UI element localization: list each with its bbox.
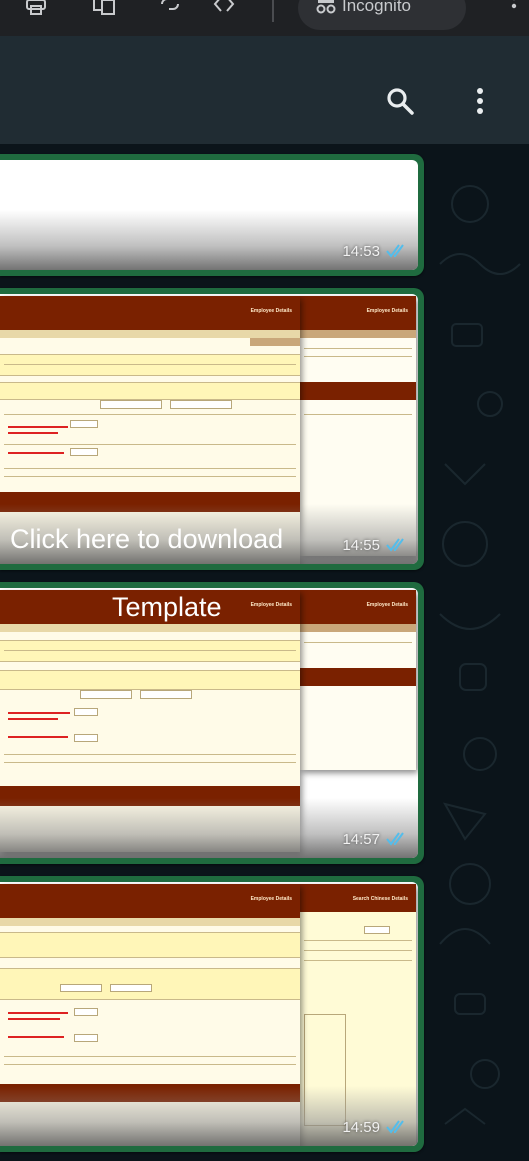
preview-shade <box>0 210 418 270</box>
image-preview: Employee Details Employee Details <box>0 588 418 858</box>
document-title: Employee Details <box>250 896 292 902</box>
chat-area: 14:53 Employee Details Employee Details <box>0 144 529 1161</box>
document-screenshot: Employee Details <box>300 590 416 770</box>
screen-translate-icon[interactable] <box>92 0 116 16</box>
download-link[interactable]: Click here to download <box>10 524 283 555</box>
image-message[interactable]: Search Chinese Details Employee Details <box>0 876 424 1152</box>
template-label: Template <box>112 592 222 622</box>
message-time: 14:57 <box>342 831 380 848</box>
browser-toolbar: Incognito <box>0 0 529 36</box>
image-preview: Search Chinese Details Employee Details <box>0 882 418 1146</box>
document-title: Employee Details <box>366 308 408 314</box>
document-title: Employee Details <box>250 602 292 608</box>
read-ticks-icon <box>386 832 404 846</box>
incognito-indicator[interactable]: Incognito <box>298 0 466 30</box>
document-title: Employee Details <box>250 308 292 314</box>
chat-header <box>0 36 529 144</box>
message-time: 14:53 <box>342 243 380 260</box>
incognito-icon <box>316 0 336 14</box>
code-icon[interactable] <box>212 0 236 16</box>
preview-shade <box>0 798 418 858</box>
toolbar-divider <box>272 0 274 22</box>
search-icon[interactable] <box>385 86 415 116</box>
preview-shade <box>0 1086 418 1146</box>
read-ticks-icon <box>386 1120 404 1134</box>
document-title: Search Chinese Details <box>352 896 408 902</box>
message-time: 14:55 <box>342 537 380 554</box>
read-ticks-icon <box>386 538 404 552</box>
link-icon[interactable] <box>158 0 182 16</box>
incognito-label: Incognito <box>342 0 411 15</box>
print-icon[interactable] <box>24 0 48 16</box>
more-options-icon[interactable] <box>470 86 490 116</box>
document-title: Employee Details <box>366 602 408 608</box>
read-ticks-icon <box>386 244 404 258</box>
image-message[interactable]: 14:53 <box>0 154 424 276</box>
message-time: 14:59 <box>342 1119 380 1136</box>
image-message[interactable]: Employee Details Employee Details <box>0 582 424 864</box>
overflow-menu-icon[interactable] <box>510 0 518 18</box>
